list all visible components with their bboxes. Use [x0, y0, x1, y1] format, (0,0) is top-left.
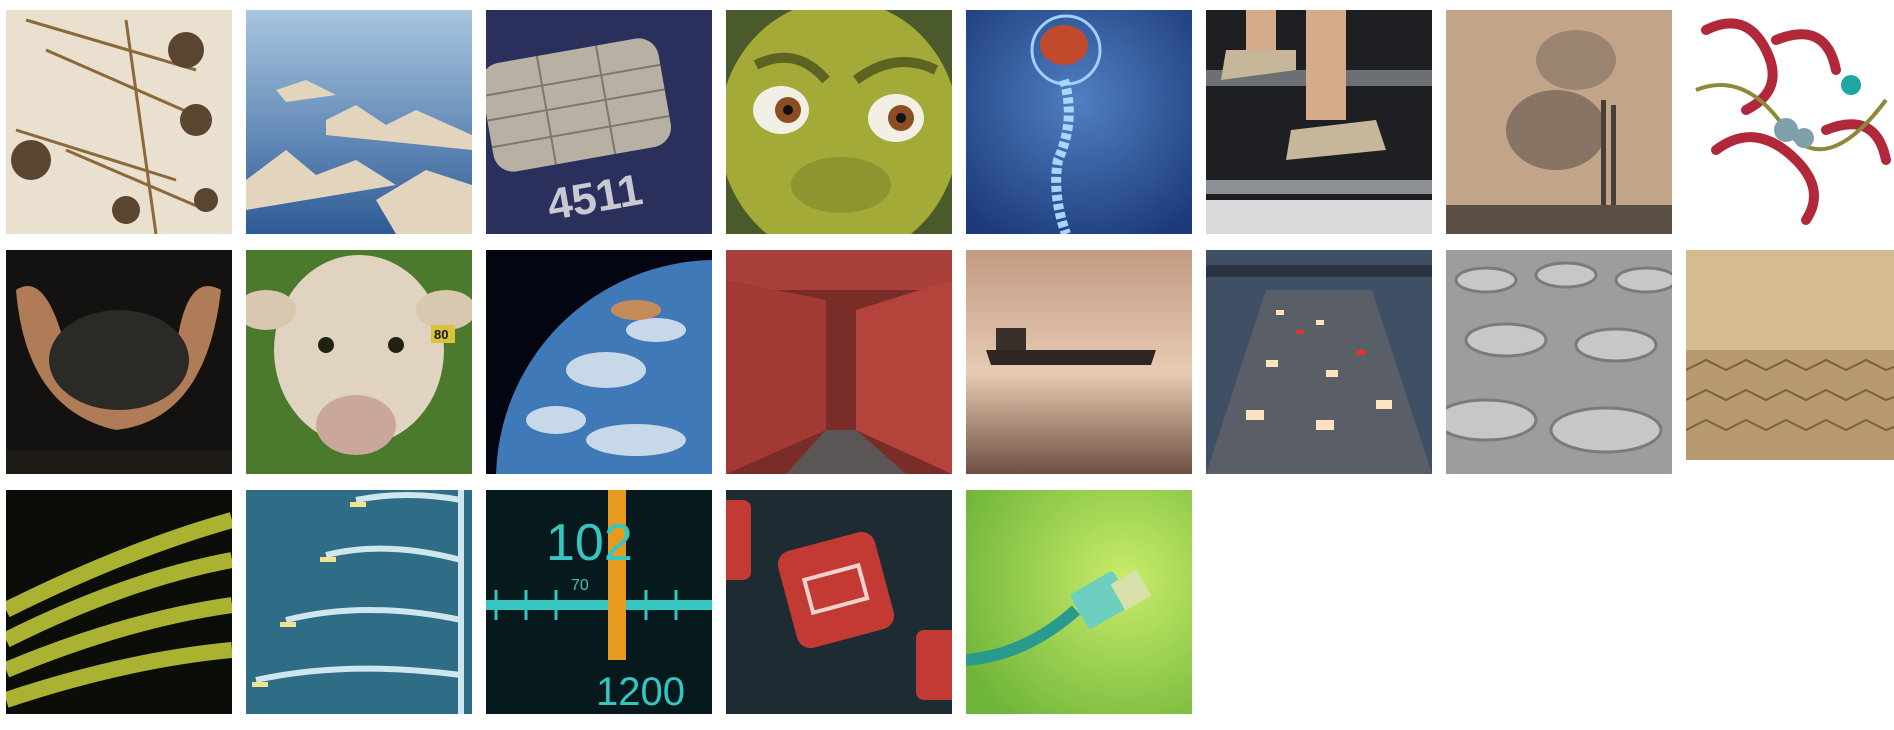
tile-brain-spine[interactable]	[966, 10, 1192, 234]
optical-fibers-icon	[6, 490, 232, 714]
tile-protein-ribbon[interactable]	[1686, 10, 1894, 234]
shipping-containers-icon	[726, 250, 952, 474]
chip-card-icon: 4511	[486, 10, 712, 234]
tile-stair-climber[interactable]	[1206, 10, 1432, 234]
protein-ribbon-icon	[1686, 10, 1894, 234]
tile-earth[interactable]	[486, 250, 712, 474]
insect-wings-icon	[6, 10, 232, 234]
dial-label-102: 102	[546, 514, 633, 572]
radio-dial-icon: 102 70 1200	[486, 490, 712, 714]
dial-label-70: 70	[571, 577, 589, 594]
tile-street-lights[interactable]	[246, 490, 472, 714]
tile-smokestacks[interactable]	[1446, 10, 1672, 234]
ceramic-filters-icon	[1446, 250, 1672, 474]
smokestacks-pollution-icon	[1446, 10, 1672, 234]
stair-climber-feet-icon	[1206, 10, 1432, 234]
ethernet-cable-icon	[966, 490, 1192, 714]
cartoon-ogre-face-icon	[726, 10, 952, 234]
tile-radio-dial[interactable]: 102 70 1200	[486, 490, 712, 714]
dial-label-1200: 1200	[596, 670, 685, 714]
aerial-mountains-icon	[246, 10, 472, 234]
tile-ethernet-cable[interactable]	[966, 490, 1192, 714]
tile-shipping-containers[interactable]	[726, 250, 952, 474]
tile-highway-traffic[interactable]	[1206, 250, 1432, 474]
image-grid: 4511 80 102 70 1200	[6, 10, 1894, 730]
tanker-ship-icon	[966, 250, 1192, 474]
cow-icon: 80	[246, 250, 472, 474]
hands-holding-soil-icon	[6, 250, 232, 474]
earth-from-space-icon	[486, 250, 712, 474]
battery-warning-icon	[726, 490, 952, 714]
tile-ceramic-filters[interactable]	[1446, 250, 1672, 474]
tile-cartoon-ogre[interactable]	[726, 10, 952, 234]
brain-spine-icon	[966, 10, 1192, 234]
tile-aerial-mountains[interactable]	[246, 10, 472, 234]
tile-insect-wings[interactable]	[6, 10, 232, 234]
highway-traffic-icon	[1206, 250, 1432, 474]
tile-optical-fibers[interactable]	[6, 490, 232, 714]
tile-battery-warning[interactable]	[726, 490, 952, 714]
ear-tag-text: 80	[434, 327, 448, 342]
tile-corrugated-cardboard[interactable]	[1686, 250, 1894, 474]
tile-hands-soil[interactable]	[6, 250, 232, 474]
tile-chip-card[interactable]: 4511	[486, 10, 712, 234]
street-lights-icon	[246, 490, 472, 714]
tile-cow[interactable]: 80	[246, 250, 472, 474]
tile-tanker-ship[interactable]	[966, 250, 1192, 474]
corrugated-cardboard-icon	[1686, 250, 1894, 474]
